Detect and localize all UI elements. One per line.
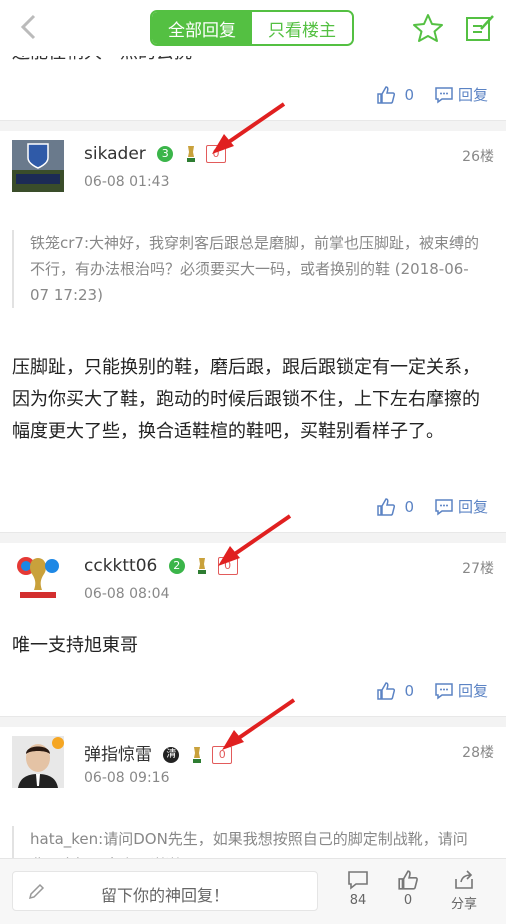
comments-button[interactable]: 84 (338, 869, 378, 908)
floor-number: 27楼 (462, 561, 494, 577)
avatar[interactable] (12, 552, 64, 604)
like-count: 0 (403, 893, 413, 908)
floor-number: 26楼 (462, 149, 494, 165)
thumbs-up-icon[interactable] (376, 497, 396, 517)
reply-input[interactable]: 留下你的神回复！ (12, 871, 318, 911)
level-badge: 3 (157, 146, 174, 162)
red-arrow-annotation (222, 698, 296, 750)
worldcup-trophy-icon (186, 146, 195, 162)
like-count: 0 (404, 497, 414, 516)
like-button[interactable]: 0 (388, 869, 428, 908)
username[interactable]: cckktt06 (84, 556, 157, 576)
reply-placeholder: 留下你的神回复！ (100, 886, 229, 905)
username[interactable]: 弹指惊雷 (84, 745, 152, 765)
username-row: sikader 3 0 (84, 144, 227, 164)
share-icon (455, 870, 473, 889)
thumbs-up-icon[interactable] (376, 681, 396, 701)
worldcup-trophy-icon (192, 747, 201, 763)
like-count: 0 (404, 681, 414, 700)
reply-button[interactable]: 回复 (458, 680, 488, 701)
comment-icon[interactable] (434, 85, 454, 105)
bottom-bar: 留下你的神回复！ 84 0 分享 (0, 858, 506, 924)
like-count: 0 (404, 85, 414, 104)
team-badge: 清 (163, 747, 180, 763)
avatar[interactable] (12, 736, 64, 788)
floor-number: 28楼 (462, 745, 494, 761)
post-date: 06-08 09:16 (84, 770, 170, 786)
post-actions: 0 回复 (376, 680, 488, 701)
worldcup-trophy-icon (198, 558, 207, 574)
reply-button[interactable]: 回复 (458, 496, 488, 517)
quoted-reply[interactable]: 铁笼cr7:大神好，我穿刺客后跟总是磨脚，前掌也压脚趾，被束缚的不行，有办法根治… (12, 230, 482, 308)
username-row: 弹指惊雷 清 0 (84, 740, 233, 765)
avatar[interactable] (12, 140, 64, 192)
share-label: 分享 (450, 897, 477, 912)
previous-post-actions: 0 回复 (376, 84, 488, 105)
comment-icon[interactable] (434, 681, 454, 701)
post-body: 唯一支持旭東哥 (12, 635, 138, 656)
comment-icon (348, 871, 368, 890)
back-chevron-icon[interactable] (14, 12, 44, 42)
thumbs-up-icon[interactable] (376, 85, 396, 105)
username[interactable]: sikader (84, 144, 146, 164)
thumbs-up-icon (398, 870, 418, 890)
red-arrow-annotation (218, 514, 292, 566)
comment-icon[interactable] (434, 497, 454, 517)
post-actions: 0 回复 (376, 496, 488, 517)
top-bar: 全部回复 只看楼主 (0, 0, 506, 56)
red-arrow-annotation (212, 102, 286, 154)
post-date: 06-08 08:04 (84, 586, 170, 602)
reply-button[interactable]: 回复 (458, 84, 488, 105)
username-row: cckktt06 2 0 (84, 556, 238, 576)
post-date: 06-08 01:43 (84, 174, 170, 190)
tab-all-replies[interactable]: 全部回复 (152, 12, 252, 44)
comment-count: 84 (349, 893, 367, 908)
post-body: 压脚趾，只能换别的鞋，磨后跟，跟后跟锁定有一定关系，因为你买大了鞋，跑动的时候后… (12, 357, 480, 442)
share-button[interactable]: 分享 (444, 869, 484, 912)
edit-icon[interactable] (464, 12, 496, 44)
level-badge: 2 (168, 558, 185, 574)
star-icon[interactable] (412, 12, 444, 44)
tab-op-only[interactable]: 只看楼主 (252, 12, 352, 44)
reply-filter-tabs: 全部回复 只看楼主 (150, 10, 354, 46)
